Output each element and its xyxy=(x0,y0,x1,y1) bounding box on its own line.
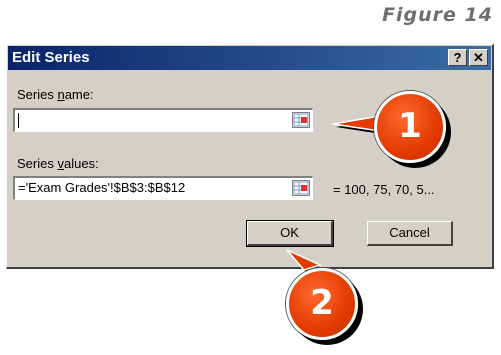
callout-2-pointer xyxy=(286,249,323,271)
callout-badge-2: 2 xyxy=(286,268,358,340)
callout-pointers xyxy=(286,115,388,272)
callout-badge-1: 1 xyxy=(374,91,446,163)
